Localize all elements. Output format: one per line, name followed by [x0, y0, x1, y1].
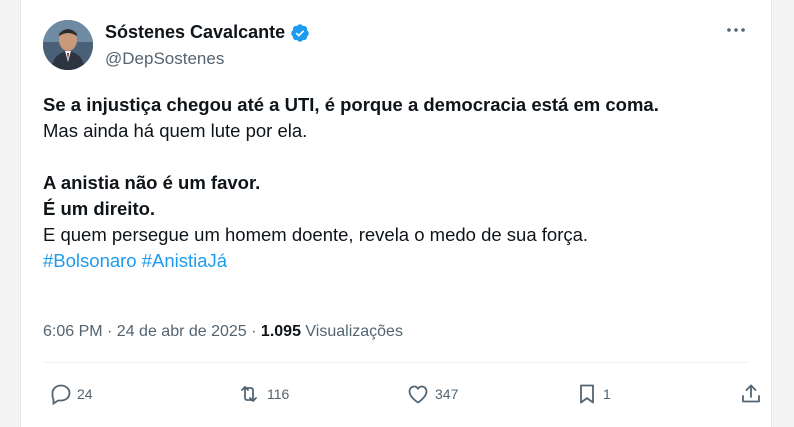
tweet-line: E quem persegue um homem doente, revela … — [43, 224, 589, 245]
share-icon — [742, 384, 760, 403]
tweet-card: Sóstenes Cavalcante @DepSostenes Se a in… — [20, 0, 772, 427]
hashtags-link[interactable]: #Bolsonaro #AnistiaJá — [43, 248, 749, 274]
divider — [43, 362, 749, 363]
author-name-row: Sóstenes Cavalcante — [105, 22, 310, 43]
tweet-line: Se a injustiça chegou até a UTI, é porqu… — [43, 94, 659, 115]
tweet-meta: 6:06 PM · 24 de abr de 2025 · 1.095 Visu… — [43, 323, 403, 341]
author-name[interactable]: Sóstenes Cavalcante — [105, 22, 285, 43]
reply-count: 24 — [77, 386, 93, 402]
like-button[interactable]: 347 — [405, 382, 458, 406]
verified-badge-icon — [291, 23, 309, 42]
repost-icon — [241, 386, 257, 402]
tweet-line: É um direito. — [43, 198, 156, 219]
repost-count: 116 — [267, 386, 290, 402]
avatar[interactable] — [43, 20, 93, 70]
action-bar: 24 116 347 1 — [43, 382, 760, 412]
bookmark-button[interactable]: 1 — [575, 382, 611, 406]
tweet-line-break — [43, 144, 749, 170]
bookmark-icon — [580, 384, 594, 404]
views-label: Visualizações — [300, 323, 403, 340]
like-count: 347 — [435, 386, 459, 402]
author-handle[interactable]: @DepSostenes — [105, 49, 224, 69]
tweet-line: Mas ainda há quem lute por ela. — [43, 120, 308, 141]
tweet-text: Se a injustiça chegou até a UTI, é porqu… — [43, 92, 749, 274]
bookmark-count: 1 — [603, 386, 611, 402]
share-button[interactable] — [739, 382, 767, 406]
reply-icon — [51, 384, 71, 406]
views-count[interactable]: 1.095 — [261, 323, 301, 340]
reply-button[interactable]: 24 — [49, 382, 93, 406]
tweet-line: A anistia não é um favor. — [43, 172, 261, 193]
like-icon — [408, 385, 428, 404]
tweet-timestamp[interactable]: 6:06 PM · 24 de abr de 2025 · — [43, 323, 261, 340]
repost-button[interactable]: 116 — [235, 382, 289, 406]
tweet-header: Sóstenes Cavalcante @DepSostenes — [43, 16, 749, 76]
more-icon[interactable] — [723, 20, 749, 40]
